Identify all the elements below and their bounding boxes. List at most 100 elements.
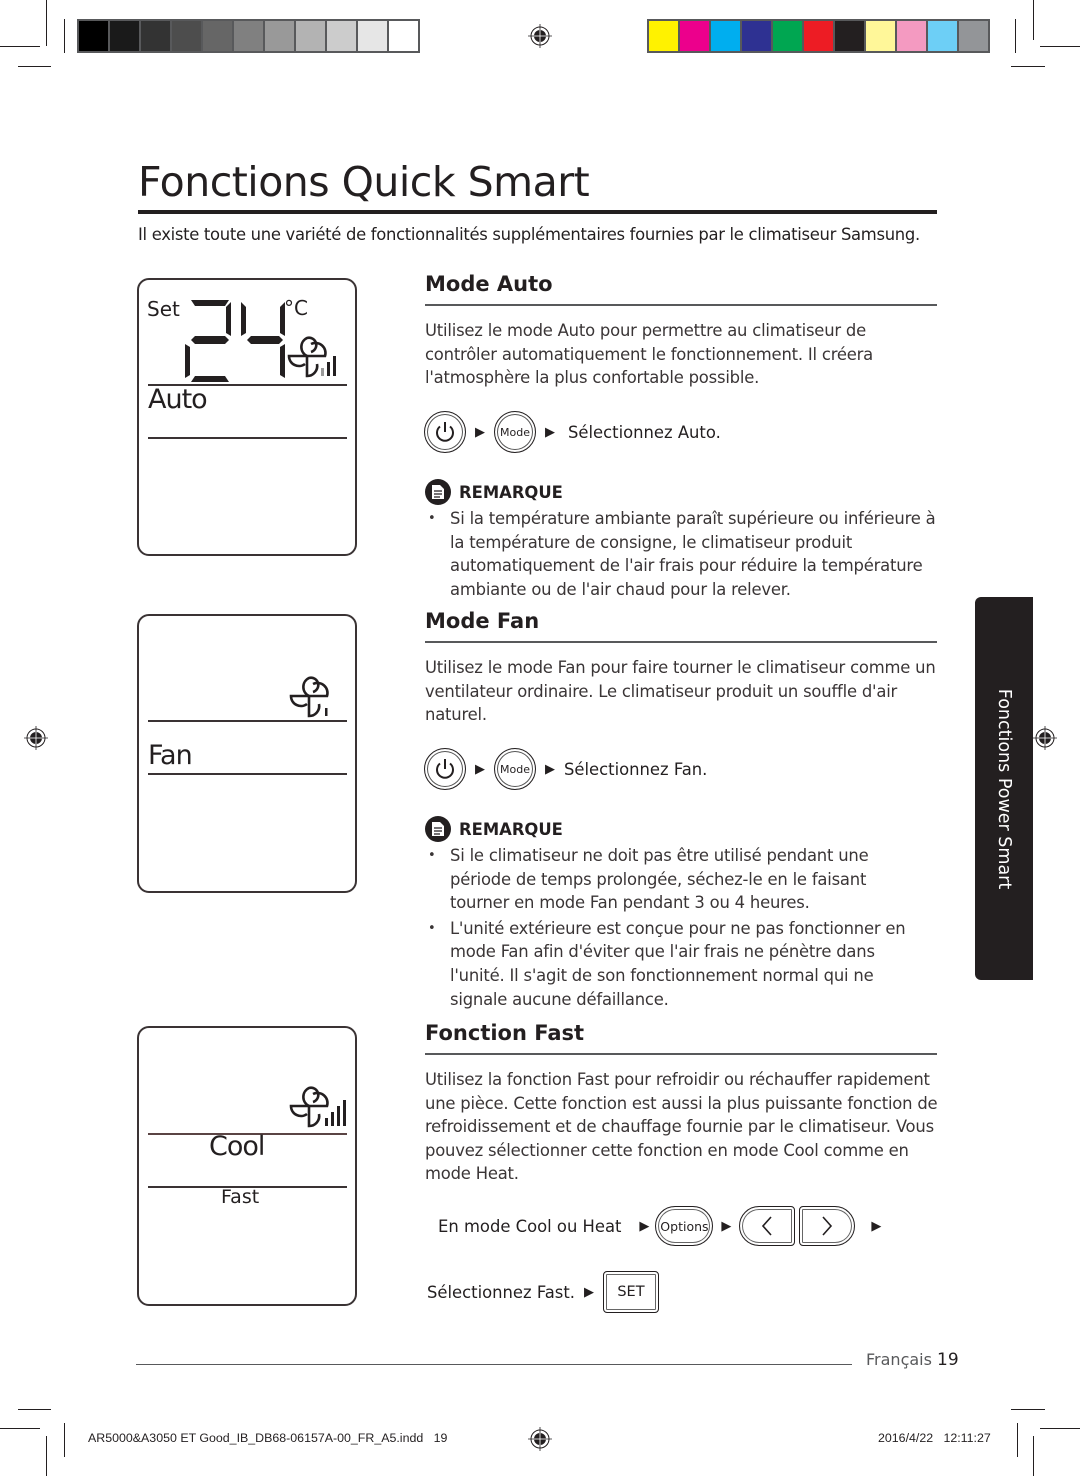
options-button[interactable]: Options: [655, 1206, 714, 1246]
step-instruction: Sélectionnez Fast.: [427, 1282, 575, 1302]
color-swatch: [296, 21, 325, 51]
registration-mark-icon: [24, 726, 48, 750]
crop-mark: [46, 0, 47, 46]
title-rule: [138, 210, 937, 214]
fonction-fast-step-1: En mode Cool ou Heat ▶ Options ▶ ▶: [438, 1206, 890, 1246]
color-swatch: [389, 21, 418, 51]
mode-auto-remarks: Si la température ambiante paraît supéri…: [428, 507, 943, 602]
crop-mark: [1011, 1409, 1045, 1410]
color-swatch: [327, 21, 356, 51]
crop-mark: [1011, 66, 1045, 67]
left-button[interactable]: [739, 1206, 796, 1246]
chevron-right-icon: [822, 1216, 833, 1236]
crop-mark: [0, 1428, 40, 1429]
color-swatch: [928, 21, 957, 51]
remark-heading: REMARQUE: [425, 479, 563, 505]
mode-auto-steps: ▶ Mode ▶ Sélectionnez Auto.: [424, 411, 721, 453]
auto-mode-label: Auto: [148, 384, 208, 415]
remark-item: Si le climatiseur ne doit pas être utili…: [428, 844, 898, 915]
crop-mark: [1040, 1428, 1080, 1429]
crop-mark: [64, 1423, 65, 1457]
arrow-right-icon: ▶: [545, 424, 555, 440]
color-swatch: [172, 21, 201, 51]
fonction-fast-description: Utilisez la fonction Fast pour refroidir…: [425, 1070, 938, 1184]
auto-temperature-value: 24: [183, 298, 185, 299]
arrow-right-icon: ▶: [639, 1218, 650, 1234]
arrow-right-icon: ▶: [583, 1284, 594, 1300]
remark-item: Si la température ambiante paraît supéri…: [428, 507, 943, 601]
footer-language: Français: [866, 1350, 932, 1369]
crop-mark: [0, 46, 40, 47]
section-rule: [425, 641, 937, 643]
crop-mark: [46, 1436, 47, 1476]
power-button[interactable]: [424, 411, 466, 453]
step-instruction: Sélectionnez Fan.: [564, 759, 708, 779]
color-swatch: [358, 21, 387, 51]
step-instruction: Sélectionnez Auto.: [568, 422, 721, 442]
color-swatch: [897, 21, 926, 51]
chapter-label: Fonctions Power Smart: [994, 688, 1015, 889]
mode-fan-steps: ▶ Mode ▶ Sélectionnez Fan.: [424, 748, 707, 790]
mode-button[interactable]: Mode: [494, 748, 536, 790]
color-swatch: [110, 21, 139, 51]
set-button[interactable]: SET: [602, 1271, 659, 1313]
right-button[interactable]: [799, 1206, 856, 1246]
grayscale-color-bar: [77, 19, 420, 53]
arrow-right-icon: ▶: [475, 424, 485, 440]
section-rule: [425, 1053, 937, 1055]
power-icon: [436, 422, 454, 442]
footer-page-label: Français 19: [866, 1350, 959, 1370]
crop-mark: [18, 66, 51, 67]
lcd-display-fan: Fan: [137, 614, 357, 893]
color-swatch: [804, 21, 833, 51]
remark-item: L'unité extérieure est conçue pour ne pa…: [428, 917, 928, 1011]
remark-label: REMARQUE: [459, 482, 563, 502]
step-instruction: En mode Cool ou Heat: [438, 1216, 622, 1236]
footer-page-number: 19: [937, 1350, 959, 1370]
chevron-left-icon: [762, 1216, 773, 1236]
page-title: Fonctions Quick Smart: [138, 158, 590, 206]
color-swatch: [649, 21, 678, 51]
temperature-unit: °C: [284, 296, 308, 320]
lcd-divider: [148, 773, 347, 775]
crop-mark: [1033, 1436, 1034, 1476]
fonction-fast-step-2: Sélectionnez Fast. ▶ SET: [427, 1271, 659, 1313]
fan-speed-icon: [289, 676, 329, 718]
fast-option-label: Fast: [221, 1186, 260, 1208]
set-label: Set: [147, 297, 180, 321]
section-title-mode-fan: Mode Fan: [425, 609, 540, 633]
fan-speed-icon: [287, 336, 336, 378]
intro-text: Il existe toute une variété de fonctionn…: [138, 225, 920, 244]
lcd-display-cool: Cool Fast: [137, 1026, 357, 1306]
note-icon: [425, 816, 451, 842]
crop-mark: [1017, 1423, 1018, 1457]
section-title-fonction-fast: Fonction Fast: [425, 1021, 585, 1045]
lcd-display-auto: Set 24 °C Auto: [137, 278, 357, 556]
color-swatch: [773, 21, 802, 51]
arrow-right-icon: ▶: [721, 1218, 732, 1234]
footer-rule: [136, 1364, 852, 1366]
fan-speed-icon: [289, 1086, 346, 1128]
registration-mark-icon: [528, 24, 552, 48]
print-slug-file: AR5000&A3050 ET Good_IB_DB68-06157A-00_F…: [88, 1431, 448, 1445]
cool-mode-label: Cool: [209, 1131, 265, 1162]
crop-mark: [1040, 46, 1080, 47]
power-button[interactable]: [424, 748, 466, 790]
lcd-divider: [148, 437, 347, 439]
color-swatch: [866, 21, 895, 51]
crop-mark: [64, 19, 65, 53]
arrow-right-icon: ▶: [545, 761, 555, 777]
registration-mark-icon: [1033, 726, 1057, 750]
crop-mark: [1033, 0, 1034, 40]
mode-button[interactable]: Mode: [494, 411, 536, 453]
color-swatch: [79, 21, 108, 51]
color-swatch: [711, 21, 740, 51]
section-title-mode-auto: Mode Auto: [425, 272, 553, 296]
color-swatch: [265, 21, 294, 51]
print-slug-date: 2016/4/22 12:11:27: [878, 1431, 991, 1445]
fan-mode-label: Fan: [148, 740, 193, 771]
mode-auto-description: Utilisez le mode Auto pour permettre au …: [425, 321, 874, 388]
note-icon: [425, 479, 451, 505]
color-swatch: [680, 21, 709, 51]
mode-fan-remarks: Si le climatiseur ne doit pas être utili…: [428, 844, 928, 1012]
